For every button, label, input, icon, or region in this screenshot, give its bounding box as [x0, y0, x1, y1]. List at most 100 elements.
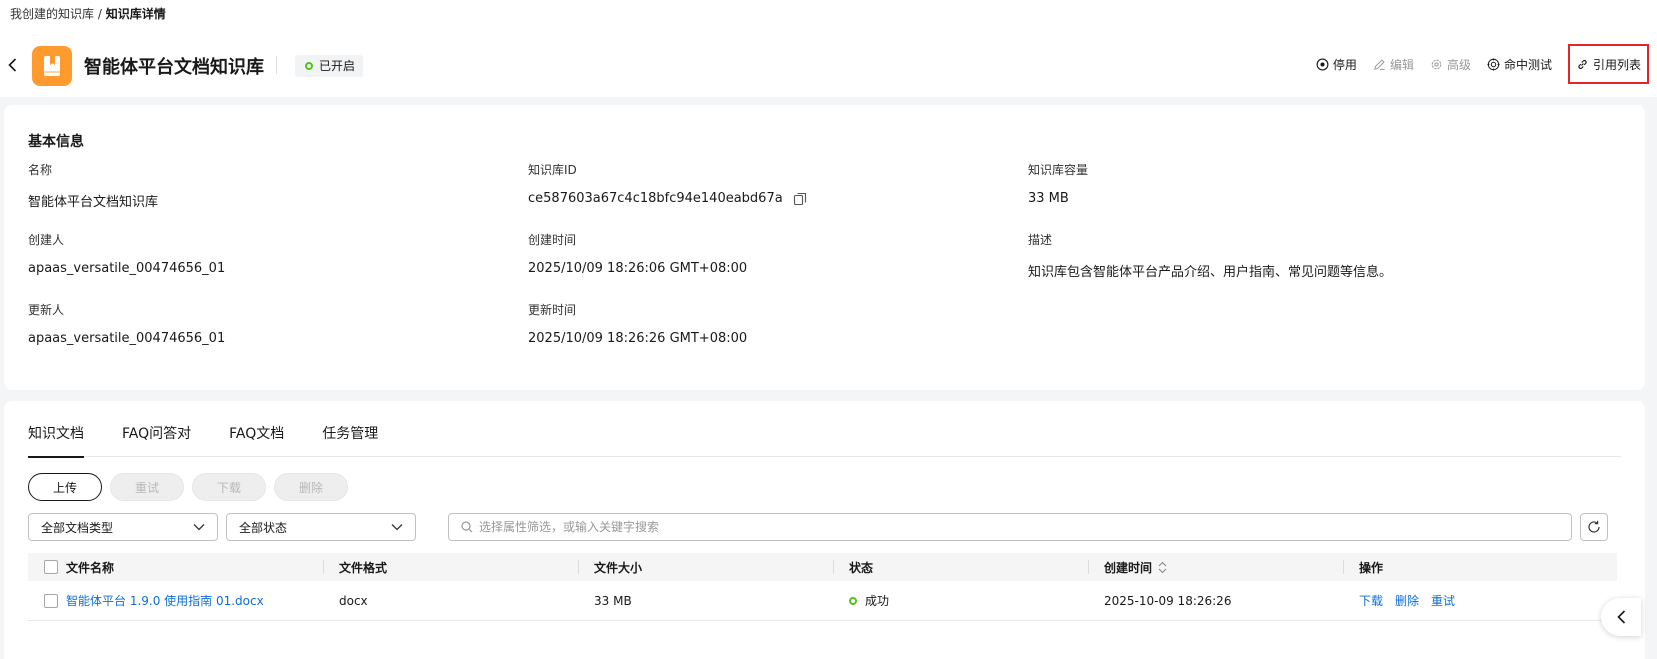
updated-time-label: 更新时间: [528, 303, 577, 317]
sort-icon[interactable]: [1158, 561, 1167, 574]
updater-field: 更新人 apaas_versatile_00474656_01: [28, 301, 225, 346]
column-header-label: 文件名称: [66, 560, 115, 575]
row-delete-link[interactable]: 删除: [1395, 592, 1419, 609]
link-icon: [1578, 59, 1587, 69]
tab-faq-docs[interactable]: FAQ文档: [229, 423, 284, 457]
pencil-icon: [1374, 58, 1385, 70]
column-created-time[interactable]: 创建时间: [1088, 553, 1343, 581]
row-operations: 下载 删除 重试: [1343, 581, 1617, 620]
status-badge: 已开启: [295, 55, 364, 77]
row-file-name-cell: 智能体平台 1.9.0 使用指南 01.docx: [28, 581, 323, 620]
name-value: 智能体平台文档知识库: [28, 195, 159, 210]
search-box: [448, 513, 1572, 541]
created-time-label: 创建时间: [528, 233, 577, 247]
updated-time-field: 更新时间 2025/10/09 18:26:26 GMT+08:00: [528, 301, 747, 346]
chevron-left-icon: [1616, 610, 1625, 624]
column-file-name: 文件名称: [28, 553, 323, 581]
creator-label: 创建人: [28, 233, 65, 247]
id-value: ce587603a67c4c18bfc94e140eabd67a: [528, 191, 783, 206]
id-label: 知识库ID: [528, 163, 577, 177]
advanced-label: 高级: [1446, 57, 1471, 72]
name-label: 名称: [28, 163, 53, 177]
documents-table: 文件名称 文件格式 文件大小 状态 创建时间 操作 智能体平台 1.9.0 使用…: [28, 553, 1617, 621]
breadcrumb-current: 知识库详情: [105, 7, 166, 21]
back-button[interactable]: [4, 54, 20, 76]
gear-icon: [1431, 59, 1442, 69]
tab-task-management[interactable]: 任务管理: [322, 423, 378, 457]
documents-panel: 知识文档 FAQ问答对 FAQ文档 任务管理 上传 重试 下载 删除 全部文档类…: [4, 401, 1645, 659]
status-select[interactable]: 全部状态: [226, 513, 416, 541]
disable-button[interactable]: 停用: [1316, 56, 1357, 73]
side-panel-toggle[interactable]: [1601, 598, 1641, 636]
breadcrumb: 我创建的知识库 / 知识库详情: [10, 5, 166, 22]
search-input[interactable]: [479, 520, 1534, 534]
row-file-format: docx: [339, 593, 368, 608]
hit-test-label: 命中测试: [1503, 57, 1552, 72]
capacity-label: 知识库容量: [1028, 163, 1089, 177]
tab-faq-pairs[interactable]: FAQ问答对: [122, 423, 191, 457]
column-operations: 操作: [1343, 553, 1617, 581]
breadcrumb-parent[interactable]: 我创建的知识库: [10, 7, 94, 21]
doc-type-select[interactable]: 全部文档类型: [28, 513, 218, 541]
page-title: 智能体平台文档知识库: [84, 57, 264, 78]
name-field: 名称 智能体平台文档知识库: [28, 161, 158, 210]
book-icon: [44, 56, 60, 76]
row-created-time: 2025-10-09 18:26:26: [1104, 593, 1232, 608]
file-name-link[interactable]: 智能体平台 1.9.0 使用指南 01.docx: [66, 592, 264, 609]
target-icon: [1487, 57, 1500, 71]
page-header: 我创建的知识库 / 知识库详情 智能体平台文档知识库 已开启 停用 编辑 高级: [0, 0, 1657, 97]
upload-button[interactable]: 上传: [28, 473, 102, 501]
updater-value: apaas_versatile_00474656_01: [28, 331, 226, 346]
status-select-value: 全部状态: [239, 520, 288, 535]
row-file-size: 33 MB: [594, 593, 632, 608]
reference-list-button[interactable]: 引用列表: [1567, 44, 1649, 84]
id-field: 知识库ID ce587603a67c4c18bfc94e140eabd67a: [528, 161, 806, 206]
edit-button[interactable]: 编辑: [1373, 56, 1414, 73]
success-dot-icon: [849, 596, 857, 605]
creator-field: 创建人 apaas_versatile_00474656_01: [28, 231, 225, 276]
created-time-field: 创建时间 2025/10/09 18:26:06 GMT+08:00: [528, 231, 747, 276]
column-file-format: 文件格式: [323, 553, 578, 581]
breadcrumb-separator: /: [94, 7, 106, 21]
chevron-down-icon: [391, 524, 403, 531]
retry-button[interactable]: 重试: [110, 473, 184, 501]
copy-icon[interactable]: [793, 192, 807, 206]
capacity-value: 33 MB: [1028, 191, 1069, 206]
toolbar: 上传 重试 下载 删除: [28, 473, 348, 501]
refresh-button[interactable]: [1580, 513, 1608, 541]
row-download-link[interactable]: 下载: [1359, 592, 1383, 609]
edit-label: 编辑: [1389, 57, 1414, 72]
column-status: 状态: [833, 553, 1088, 581]
hit-test-button[interactable]: 命中测试: [1487, 56, 1552, 73]
description-label: 描述: [1028, 233, 1053, 247]
updater-label: 更新人: [28, 303, 65, 317]
column-file-size: 文件大小: [578, 553, 833, 581]
capacity-field: 知识库容量 33 MB: [1028, 161, 1089, 206]
created-time-value: 2025/10/09 18:26:06 GMT+08:00: [528, 261, 748, 276]
table-row: 智能体平台 1.9.0 使用指南 01.docx docx 33 MB 成功 2…: [28, 581, 1617, 621]
basic-info-title: 基本信息: [28, 134, 84, 150]
filter-row: 全部文档类型 全部状态: [28, 513, 1635, 541]
row-status: 成功: [849, 592, 889, 609]
row-status-cell: 成功: [833, 581, 1088, 620]
tab-bar: 知识文档 FAQ问答对 FAQ文档 任务管理: [28, 423, 1621, 458]
chevron-left-icon: [7, 58, 16, 72]
select-all-checkbox[interactable]: [44, 560, 58, 574]
row-checkbox[interactable]: [44, 593, 58, 608]
download-button[interactable]: 下载: [192, 473, 266, 501]
delete-button[interactable]: 删除: [274, 473, 348, 501]
chevron-down-icon: [193, 524, 205, 531]
row-status-label: 成功: [865, 594, 890, 608]
advanced-button[interactable]: 高级: [1430, 56, 1471, 73]
title-divider: [276, 56, 277, 74]
row-retry-link[interactable]: 重试: [1431, 592, 1455, 609]
doc-type-select-value: 全部文档类型: [41, 520, 114, 535]
tab-knowledge-docs[interactable]: 知识文档: [28, 423, 84, 458]
disable-label: 停用: [1332, 57, 1357, 72]
id-value-row: ce587603a67c4c18bfc94e140eabd67a: [528, 191, 807, 206]
table-header: 文件名称 文件格式 文件大小 状态 创建时间 操作: [28, 553, 1617, 581]
description-value: 知识库包含智能体平台产品介绍、用户指南、常见问题等信息。: [1028, 265, 1393, 280]
basic-info-panel: 基本信息 名称 智能体平台文档知识库 知识库ID ce587603a67c4c1…: [4, 105, 1645, 390]
search-icon: [461, 521, 473, 533]
description-field: 描述 知识库包含智能体平台产品介绍、用户指南、常见问题等信息。: [1028, 231, 1392, 280]
